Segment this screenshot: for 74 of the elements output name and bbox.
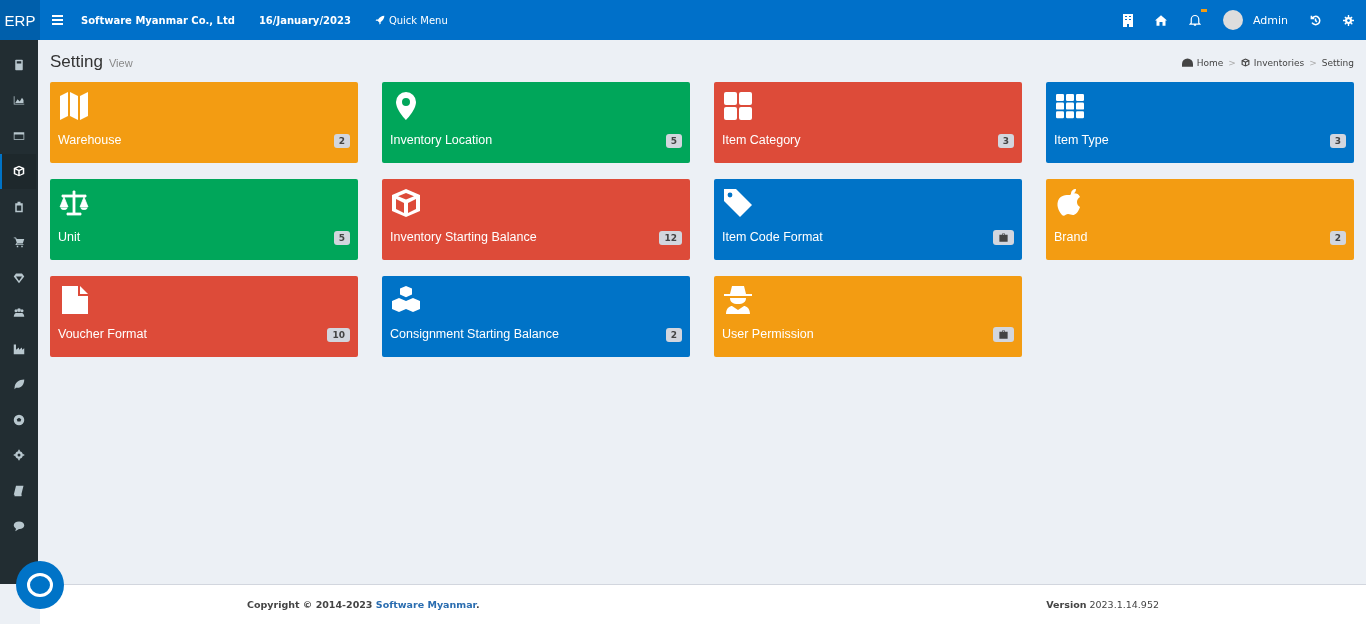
count-badge: 3 — [997, 134, 1014, 148]
breadcrumb-link[interactable]: Inventories — [1253, 57, 1305, 68]
tile-label: Warehouse — [58, 133, 122, 147]
version-text: Version 2023.1.14.952 — [1046, 599, 1159, 610]
setting-tile[interactable]: Inventory Location 5 — [382, 82, 690, 163]
tile-label: Inventory Starting Balance — [390, 230, 537, 244]
calculator-icon — [13, 58, 25, 71]
count-badge: 2 — [333, 134, 350, 148]
company-name: Software Myanmar Co., Ltd — [81, 14, 235, 26]
tile-label: Consignment Starting Balance — [390, 327, 559, 341]
tile-label: Item Code Format — [722, 230, 823, 244]
rocket-icon — [374, 15, 385, 25]
leaf-icon — [13, 378, 25, 391]
briefcase-icon — [998, 329, 1009, 340]
map-icon — [58, 90, 90, 122]
tile-label: Item Type — [1054, 133, 1109, 147]
clipboard-icon — [13, 200, 25, 213]
setting-tile[interactable]: Voucher Format 10 — [50, 276, 358, 357]
setting-tile[interactable]: Warehouse 2 — [50, 82, 358, 163]
brand-logo[interactable]: ERP — [0, 0, 40, 40]
grid4-icon — [722, 90, 754, 122]
tile-label: User Permission — [722, 327, 814, 341]
count-badge: 2 — [1329, 231, 1346, 245]
count-badge: 3 — [1329, 134, 1346, 148]
cube-icon — [390, 187, 422, 219]
menu-icon[interactable] — [52, 15, 63, 25]
card-icon — [13, 129, 25, 142]
page-subtitle: View — [108, 57, 133, 69]
page-title: Setting — [50, 52, 103, 72]
setting-tile[interactable]: Item Code Format — [714, 179, 1022, 260]
tag-icon — [722, 187, 754, 219]
count-badge: 10 — [327, 328, 350, 342]
avatar-circle[interactable] — [1222, 10, 1243, 30]
comment-icon — [13, 520, 25, 533]
briefcase-icon — [998, 232, 1009, 243]
setting-tile[interactable]: Item Category 3 — [714, 82, 1022, 163]
tile-label: Voucher Format — [58, 327, 147, 341]
sidebar-item[interactable] — [0, 153, 36, 189]
factory-icon — [13, 342, 25, 355]
quick-menu-link[interactable]: Quick Menu — [374, 14, 448, 26]
setting-tile[interactable]: Brand 2 — [1046, 179, 1354, 260]
setting-tile[interactable]: Item Type 3 — [1046, 82, 1354, 163]
tile-label: Unit — [58, 230, 81, 244]
chat-button[interactable] — [16, 561, 64, 609]
count-badge: 5 — [333, 231, 350, 245]
settings-icon[interactable] — [1343, 14, 1354, 26]
current-date: 16/January/2023 — [258, 14, 351, 26]
count-badge: 2 — [665, 328, 682, 342]
diamond-icon — [13, 271, 25, 284]
setting-tile[interactable]: Inventory Starting Balance 12 — [382, 179, 690, 260]
spy-icon — [722, 284, 754, 316]
breadcrumb-separator: > — [1309, 57, 1317, 68]
cube-icon — [13, 165, 25, 178]
tile-label: Item Category — [722, 133, 801, 147]
scale-icon — [58, 187, 90, 219]
user-name[interactable]: Admin — [1252, 13, 1288, 27]
setting-tile[interactable]: Consignment Starting Balance 2 — [382, 276, 690, 357]
count-badge: 5 — [665, 134, 682, 148]
building-icon[interactable] — [1122, 13, 1133, 27]
area-chart-icon — [13, 94, 25, 107]
copyright-text: Copyright © 2014-2023 Software Myanmar. — [247, 599, 480, 610]
tile-label: Inventory Location — [390, 133, 493, 147]
users-icon — [13, 307, 25, 320]
setting-tile[interactable]: Unit 5 — [50, 179, 358, 260]
tile-label: Brand — [1054, 230, 1088, 244]
company-link[interactable]: Software Myanmar — [375, 599, 476, 610]
home-icon[interactable] — [1154, 14, 1167, 26]
notification-bell-icon[interactable] — [1188, 14, 1201, 26]
breadcrumb-separator: > — [1228, 57, 1236, 68]
history-icon[interactable] — [1310, 14, 1321, 26]
count-badge: 12 — [659, 231, 682, 245]
breadcrumb-link[interactable]: Home — [1196, 57, 1224, 68]
cart-icon — [13, 236, 25, 249]
cube-icon — [1240, 58, 1250, 67]
